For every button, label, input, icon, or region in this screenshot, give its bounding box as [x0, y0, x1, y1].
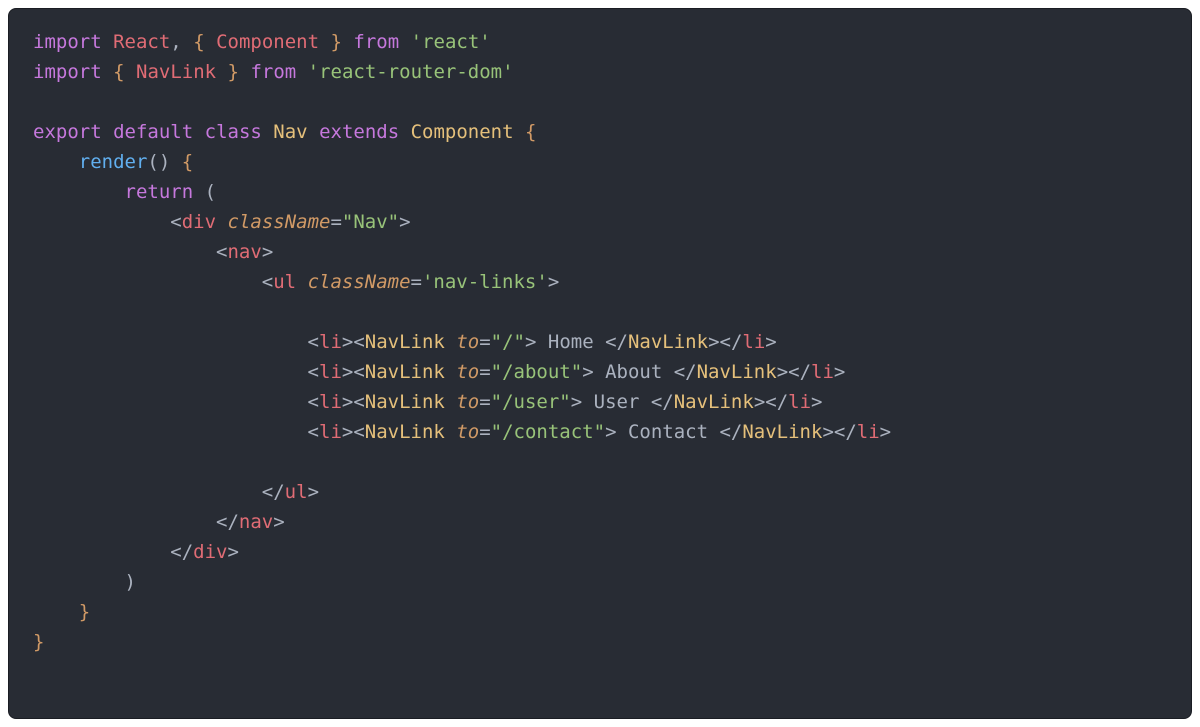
str-navlinks: 'nav-links'	[422, 271, 548, 293]
attr-to: to	[456, 421, 479, 443]
tag-li-close: li	[742, 331, 765, 353]
kw-return: return	[125, 181, 194, 203]
tag-div: div	[182, 211, 216, 233]
tag-navlink: NavLink	[365, 391, 445, 413]
navlink-text: Contact	[617, 421, 720, 443]
kw-import: import	[33, 61, 102, 83]
brace: }	[331, 31, 342, 53]
str-module: 'react'	[411, 31, 491, 53]
tag-ul-close: ul	[285, 481, 308, 503]
navlink-text: User	[582, 391, 651, 413]
attr-to: to	[456, 361, 479, 383]
tag-navlink-close: NavLink	[742, 421, 822, 443]
brace: }	[79, 601, 90, 623]
tag-navlink: NavLink	[365, 361, 445, 383]
class-component: Component	[411, 121, 514, 143]
brace: {	[182, 151, 193, 173]
kw-class: class	[205, 121, 262, 143]
brace: {	[193, 31, 204, 53]
angle: >	[548, 271, 559, 293]
tag-li: li	[319, 421, 342, 443]
tag-div-close: div	[193, 541, 227, 563]
brace: }	[33, 631, 44, 653]
angle: </	[170, 541, 193, 563]
comma: ,	[170, 31, 181, 53]
str-nav: "Nav"	[342, 211, 399, 233]
attr-classname: className	[308, 271, 411, 293]
tag-li-close: li	[811, 361, 834, 383]
tag-navlink-close: NavLink	[697, 361, 777, 383]
navlink-text: Home	[536, 331, 605, 353]
str-to: "/about"	[491, 361, 583, 383]
kw-from: from	[250, 61, 296, 83]
angle: <	[170, 211, 181, 233]
angle: >	[262, 241, 273, 263]
brace: {	[113, 61, 124, 83]
kw-extends: extends	[319, 121, 399, 143]
str-module: 'react-router-dom'	[308, 61, 514, 83]
tag-li: li	[319, 361, 342, 383]
angle: </	[216, 511, 239, 533]
attr-to: to	[456, 331, 479, 353]
tag-ul: ul	[273, 271, 296, 293]
str-to: "/contact"	[491, 421, 605, 443]
angle: >	[308, 481, 319, 503]
kw-default: default	[113, 121, 193, 143]
tag-li: li	[319, 391, 342, 413]
angle: >	[399, 211, 410, 233]
kw-import: import	[33, 31, 102, 53]
brace: {	[525, 121, 536, 143]
tag-navlink-close: NavLink	[674, 391, 754, 413]
navlink-text: About	[594, 361, 674, 383]
tag-nav: nav	[227, 241, 261, 263]
angle: </	[262, 481, 285, 503]
class-nav: Nav	[273, 121, 307, 143]
tag-li-close: li	[857, 421, 880, 443]
tag-navlink: NavLink	[365, 331, 445, 353]
tag-navlink: NavLink	[365, 421, 445, 443]
angle: <	[216, 241, 227, 263]
tag-li: li	[319, 331, 342, 353]
brace: }	[228, 61, 239, 83]
code-content: import React, { Component } from 'react'…	[33, 27, 1167, 657]
ident-component: Component	[216, 31, 319, 53]
angle: >	[228, 541, 239, 563]
eq: =	[330, 211, 341, 233]
paren: (	[205, 181, 216, 203]
tag-li-close: li	[788, 391, 811, 413]
attr-to: to	[456, 391, 479, 413]
kw-export: export	[33, 121, 102, 143]
code-editor-block: import React, { Component } from 'react'…	[8, 8, 1192, 719]
str-to: "/user"	[491, 391, 571, 413]
kw-from: from	[353, 31, 399, 53]
str-to: "/"	[491, 331, 525, 353]
method-render: render	[79, 151, 148, 173]
parens: ()	[147, 151, 170, 173]
ident-navlink: NavLink	[136, 61, 216, 83]
angle: <	[262, 271, 273, 293]
attr-classname: className	[228, 211, 331, 233]
eq: =	[411, 271, 422, 293]
ident-react: React	[113, 31, 170, 53]
tag-nav-close: nav	[239, 511, 273, 533]
tag-navlink-close: NavLink	[628, 331, 708, 353]
angle: >	[273, 511, 284, 533]
paren: )	[125, 571, 136, 593]
